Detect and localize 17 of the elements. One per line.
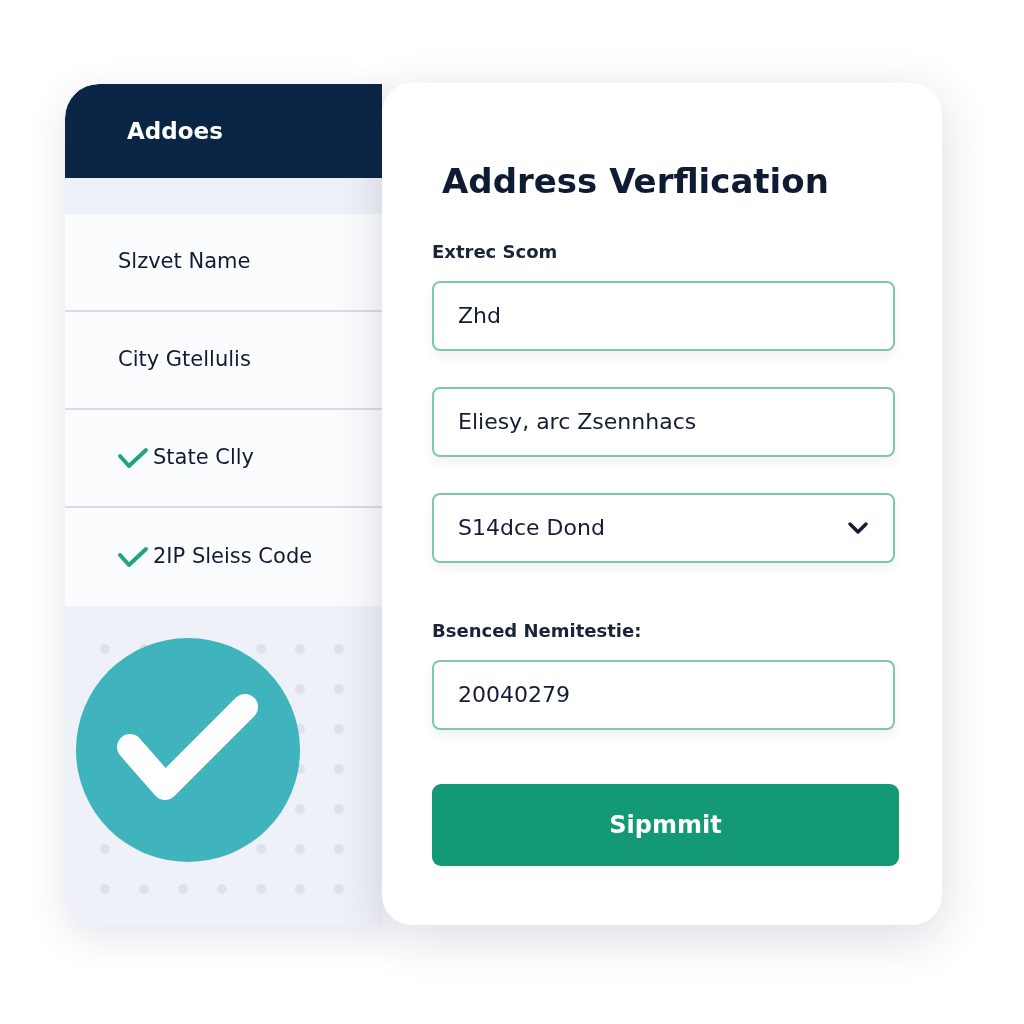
chevron-down-icon [847,520,869,535]
panel-header: Addoes [65,84,382,178]
field-label: Extrec Scom [432,239,559,264]
submit-button[interactable]: Sipmmit [432,783,899,866]
form-title: Address Verflication [442,161,830,202]
select-field[interactable]: S14dce Dond [432,492,895,563]
input-field[interactable]: Zhd [432,280,895,351]
input-field[interactable]: 20040279 [432,659,895,730]
item-label: Slzvet Name [118,248,251,276]
item-label: 2IP Sleiss Code [153,543,313,571]
input-field[interactable]: Eliesy, arc Zsennhacs [432,386,895,457]
field-label: Bsenced Nemitestie: [432,618,643,643]
check-circle-icon [75,637,301,863]
item-label: City Gtellulis [118,346,251,374]
select-value: S14dce Dond [458,514,605,543]
list-item[interactable]: 2IP Sleiss Code [65,508,382,606]
item-label: State Clly [153,444,255,472]
